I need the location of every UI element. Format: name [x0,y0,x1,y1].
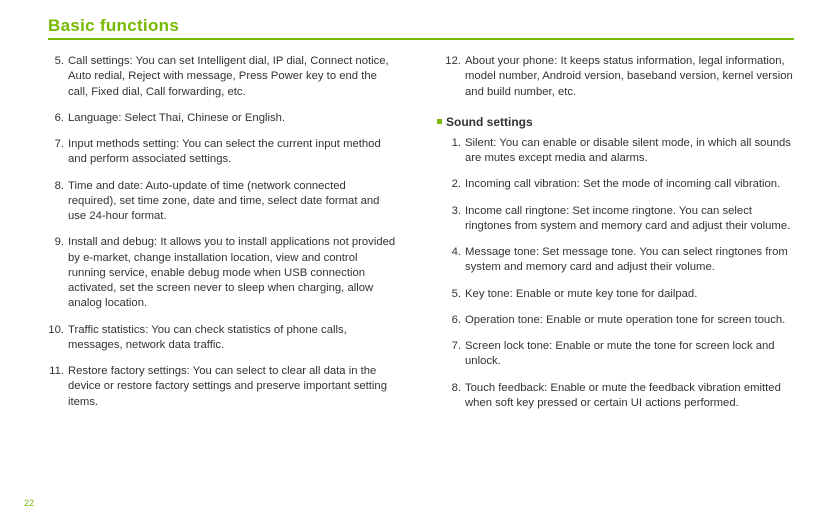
right-item: 12.About your phone: It keeps status inf… [445,54,794,100]
left-item-text: Input methods setting: You can select th… [68,137,397,168]
sound-item: 1.Silent: You can enable or disable sile… [445,136,794,167]
left-item: 8.Time and date: Auto-update of time (ne… [48,179,397,225]
sound-item-number: 5. [445,287,465,302]
sound-item-text: Operation tone: Enable or mute operation… [465,313,785,328]
left-item-text: Traffic statistics: You can check statis… [68,323,397,354]
left-item-number: 10. [48,323,68,354]
left-item-number: 7. [48,137,68,168]
sound-item-number: 4. [445,245,465,276]
left-item-number: 5. [48,54,68,100]
left-item-number: 11. [48,364,68,410]
sound-item-number: 7. [445,339,465,370]
sound-item: 3.Income call ringtone: Set income ringt… [445,204,794,235]
sound-item-text: Income call ringtone: Set income rington… [465,204,794,235]
page-number: 22 [24,498,34,508]
left-item-text: Language: Select Thai, Chinese or Englis… [68,111,285,126]
sound-item: 7.Screen lock tone: Enable or mute the t… [445,339,794,370]
sound-item-number: 1. [445,136,465,167]
sound-heading-text: Sound settings [446,114,533,130]
left-item-text: Restore factory settings: You can select… [68,364,397,410]
sound-item: 4.Message tone: Set message tone. You ca… [445,245,794,276]
left-item: 9.Install and debug: It allows you to in… [48,235,397,311]
right-column: 12.About your phone: It keeps status inf… [445,54,794,422]
left-item-text: Call settings: You can set Intelligent d… [68,54,397,100]
sound-item-text: Silent: You can enable or disable silent… [465,136,794,167]
right-item-text: About your phone: It keeps status inform… [465,54,794,100]
sound-item-number: 6. [445,313,465,328]
sound-item: 5.Key tone: Enable or mute key tone for … [445,287,794,302]
sound-item-text: Incoming call vibration: Set the mode of… [465,177,780,192]
sound-item-number: 2. [445,177,465,192]
left-column: 5.Call settings: You can set Intelligent… [48,54,397,422]
sound-item-text: Key tone: Enable or mute key tone for da… [465,287,697,302]
left-item-number: 8. [48,179,68,225]
sound-item-text: Message tone: Set message tone. You can … [465,245,794,276]
left-item: 11.Restore factory settings: You can sel… [48,364,397,410]
left-item-number: 6. [48,111,68,126]
sound-item-text: Touch feedback: Enable or mute the feedb… [465,381,794,412]
sound-item: 2.Incoming call vibration: Set the mode … [445,177,794,192]
sound-settings-heading: Sound settings [437,114,794,130]
bullet-icon [437,119,442,124]
left-item-text: Install and debug: It allows you to inst… [68,235,397,311]
left-item: 10.Traffic statistics: You can check sta… [48,323,397,354]
right-item-number: 12. [445,54,465,100]
sound-item-number: 3. [445,204,465,235]
sound-item-text: Screen lock tone: Enable or mute the ton… [465,339,794,370]
left-item: 7.Input methods setting: You can select … [48,137,397,168]
left-item-text: Time and date: Auto-update of time (netw… [68,179,397,225]
sound-item-number: 8. [445,381,465,412]
sound-item: 6.Operation tone: Enable or mute operati… [445,313,794,328]
page-title: Basic functions [48,16,794,40]
left-item: 6.Language: Select Thai, Chinese or Engl… [48,111,397,126]
left-item-number: 9. [48,235,68,311]
sound-item: 8.Touch feedback: Enable or mute the fee… [445,381,794,412]
left-item: 5.Call settings: You can set Intelligent… [48,54,397,100]
content-columns: 5.Call settings: You can set Intelligent… [48,54,794,422]
